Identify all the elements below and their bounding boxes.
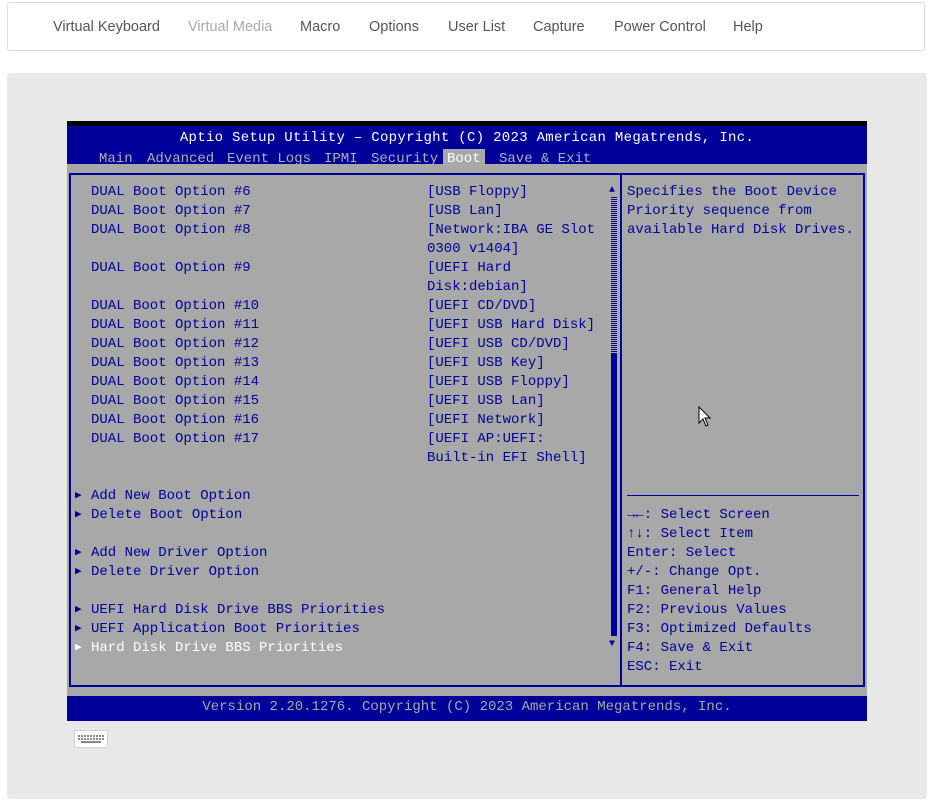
boot-option-label[interactable]: DUAL Boot Option #8 [91,221,251,240]
boot-option-value[interactable]: [UEFI USB Key] [427,354,545,373]
menu-power-control[interactable]: Power Control [614,19,706,35]
key-help-line: F1: General Help [627,583,762,599]
mouse-cursor-icon [698,406,712,427]
boot-option-label[interactable]: DUAL Boot Option #15 [91,392,259,411]
key-help-line: →←: Select Screen [627,507,770,523]
boot-option-label[interactable]: DUAL Boot Option #11 [91,316,259,335]
boot-option-label[interactable]: DUAL Boot Option #6 [91,183,251,202]
boot-option-value-cont: Disk:debian] [427,279,528,295]
key-help-line: Enter: Select [627,545,737,561]
submenu-hdd-bbs-priorities-selected[interactable]: Hard Disk Drive BBS Priorities [91,639,343,658]
submenu-delete-boot-option[interactable]: Delete Boot Option [91,506,242,525]
boot-option-value[interactable]: [Network:IBA GE Slot [427,221,595,240]
bios-header: Aptio Setup Utility – Copyright (C) 2023… [67,121,867,169]
boot-option-label[interactable]: DUAL Boot Option #13 [91,354,259,373]
boot-option-label[interactable]: DUAL Boot Option #16 [91,411,259,430]
boot-option-value[interactable]: [UEFI CD/DVD] [427,297,536,316]
key-help-line: F3: Optimized Defaults [627,621,812,637]
boot-option-value[interactable]: [UEFI Hard [427,259,511,278]
submenu-arrow-icon: ▶ [75,509,82,521]
boot-option-label[interactable]: DUAL Boot Option #9 [91,259,251,278]
boot-option-value-cont: Built-in EFI Shell] [427,450,587,466]
help-text-line: Specifies the Boot Device [627,184,838,200]
boot-option-label[interactable]: DUAL Boot Option #14 [91,373,259,392]
remote-screen[interactable]: Aptio Setup Utility – Copyright (C) 2023… [67,121,867,721]
submenu-arrow-icon: ▶ [75,490,82,502]
boot-option-value[interactable]: [UEFI Network] [427,411,545,430]
bios-version-text: Version 2.20.1276. Copyright (C) 2023 Am… [202,699,732,715]
boot-option-value[interactable]: [UEFI USB Lan] [427,392,545,411]
submenu-arrow-icon: ▶ [75,604,82,616]
boot-option-value[interactable]: [UEFI USB Hard Disk] [427,316,595,335]
kvm-menu-bar: Virtual Keyboard Virtual Media Macro Opt… [7,2,925,51]
submenu-uefi-hdd-bbs-priorities[interactable]: UEFI Hard Disk Drive BBS Priorities [91,601,385,620]
key-help-line: F4: Save & Exit [627,640,754,656]
key-help-line: F2: Previous Values [627,602,787,618]
submenu-arrow-icon: ▶ [75,642,82,654]
bios-title: Aptio Setup Utility – Copyright (C) 2023… [179,130,755,146]
key-help-line: ESC: Exit [627,659,703,675]
menu-macro[interactable]: Macro [300,19,340,35]
boot-option-value[interactable]: [UEFI USB CD/DVD] [427,335,570,354]
boot-option-label[interactable]: DUAL Boot Option #7 [91,202,251,221]
boot-option-value[interactable]: [USB Floppy] [427,183,528,202]
menu-user-list[interactable]: User List [448,19,505,35]
boot-option-label[interactable]: DUAL Boot Option #12 [91,335,259,354]
menu-virtual-keyboard[interactable]: Virtual Keyboard [53,19,160,35]
menu-capture[interactable]: Capture [533,19,585,35]
submenu-add-new-driver-option[interactable]: Add New Driver Option [91,544,267,563]
help-separator [627,495,859,496]
submenu-add-new-boot-option[interactable]: Add New Boot Option [91,487,251,506]
key-help-line: ↑↓: Select Item [627,526,754,542]
submenu-arrow-icon: ▶ [75,623,82,635]
bios-footer: Version 2.20.1276. Copyright (C) 2023 Am… [67,696,867,721]
scrollbar-thumb[interactable] [611,354,617,636]
submenu-uefi-app-boot-priorities[interactable]: UEFI Application Boot Priorities [91,620,360,639]
submenu-arrow-icon: ▶ [75,566,82,578]
submenu-delete-driver-option[interactable]: Delete Driver Option [91,563,259,582]
submenu-arrow-icon: ▶ [75,547,82,559]
menu-virtual-media[interactable]: Virtual Media [188,19,272,35]
boot-option-value[interactable]: [USB Lan] [427,202,503,221]
boot-option-value[interactable]: [UEFI USB Floppy] [427,373,570,392]
keyboard-icon[interactable] [74,730,108,748]
help-text-line: available Hard Disk Drives. [627,222,854,238]
scroll-down-arrow-icon[interactable]: ▼ [609,639,615,651]
boot-option-value[interactable]: [UEFI AP:UEFI: [427,430,545,449]
key-help-line: +/-: Change Opt. [627,564,762,580]
menu-options[interactable]: Options [369,19,419,35]
bios-column-divider [620,173,622,687]
boot-option-label[interactable]: DUAL Boot Option #10 [91,297,259,316]
boot-option-label[interactable]: DUAL Boot Option #17 [91,430,259,449]
bios-setup-utility: Aptio Setup Utility – Copyright (C) 2023… [67,121,867,721]
boot-option-value-cont: 0300 v1404] [427,241,520,257]
menu-help[interactable]: Help [733,19,763,35]
help-text-line: Priority sequence from [627,203,812,219]
keyboard-icon-glyph [78,735,104,743]
bios-body: DUAL Boot Option #6 [USB Floppy] DUAL Bo… [67,164,867,696]
